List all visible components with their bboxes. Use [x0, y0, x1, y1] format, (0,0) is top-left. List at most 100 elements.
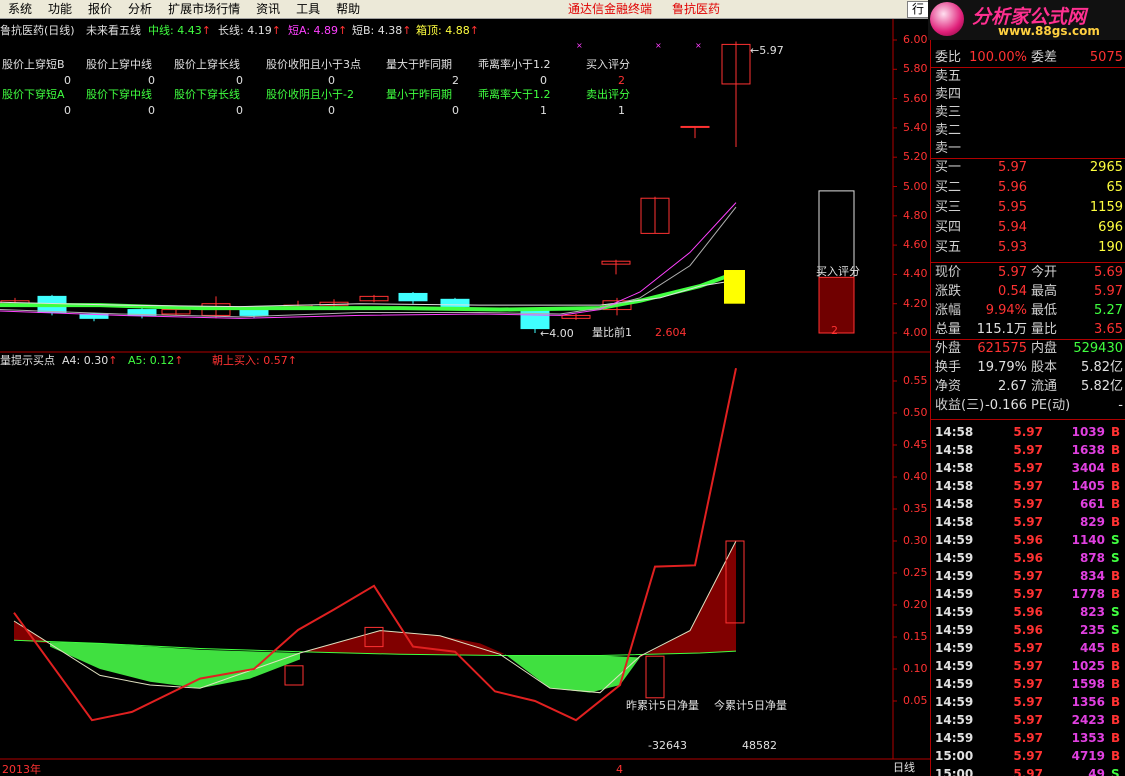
buy-level-row: 买一 5.97 2965: [931, 159, 1125, 177]
price-axis-label: 5.20: [903, 150, 928, 164]
sell-level-label: 卖一: [935, 141, 962, 156]
tick-volume: 4719: [1071, 749, 1105, 763]
high-price-label: ←5.97: [750, 44, 784, 57]
green-area-2: [505, 654, 640, 693]
signal-value-buy-0: 0: [64, 74, 71, 87]
ratio-value: 100.00%: [969, 50, 1027, 65]
lower-axis-label: 0.45: [903, 438, 928, 451]
sell-level-label: 卖三: [935, 105, 962, 120]
tick-price: 5.97: [1013, 677, 1043, 691]
stat-row: 净资 2.67 流通 5.82亿: [931, 378, 1125, 396]
stat-label-2: 今开: [1031, 265, 1058, 280]
stat-value-2: 3.65: [1094, 322, 1123, 337]
tick-time: 14:59: [935, 533, 974, 547]
tick-volume: 823: [1079, 605, 1105, 619]
menu-item-6[interactable]: 工具: [288, 0, 328, 19]
sell-level-row: 卖四: [931, 86, 1125, 104]
tick-row: 14:59 5.97 2423 B: [931, 711, 1125, 729]
menu-item-0[interactable]: 系统: [0, 0, 40, 19]
buy-level-volume: 696: [1098, 220, 1123, 235]
signal-label-sell-6: 卖出评分: [586, 88, 630, 101]
signal-value-buy-4: 2: [452, 74, 459, 87]
tick-price: 5.97: [1013, 731, 1043, 745]
signal-value-sell-2: 0: [236, 104, 243, 117]
tick-volume: 829: [1079, 515, 1105, 529]
kline-chart-area[interactable]: 鲁抗医药(日线) 未来看五线 中线: 4.43↑ 长线: 4.19↑ 短A: 4.89↑…: [0, 19, 930, 776]
menu-item-4[interactable]: 扩展市场行情: [160, 0, 248, 19]
menu-item-5[interactable]: 资讯: [248, 0, 288, 19]
buy-score-label: 买入评分: [816, 265, 860, 278]
lower-axis-label: 0.50: [903, 406, 928, 419]
menu-item-1[interactable]: 功能: [40, 0, 80, 19]
indicator-value-4: 箱顶: 4.88↑: [416, 24, 479, 37]
tick-volume: 878: [1079, 551, 1105, 565]
lower-axis-label: 0.30: [903, 534, 928, 547]
menu-item-3[interactable]: 分析: [120, 0, 160, 19]
tick-price: 5.97: [1013, 659, 1043, 673]
up-arrow-icon: ↑: [271, 24, 281, 37]
tick-row: 14:58 5.97 829 B: [931, 513, 1125, 531]
tick-row: 14:58 5.97 661 B: [931, 495, 1125, 513]
buy-level-price: 5.93: [998, 240, 1027, 255]
tick-price: 5.97: [1013, 749, 1043, 763]
stat-label-2: 内盘: [1031, 341, 1058, 356]
buy-level-row: 买五 5.93 190: [931, 239, 1125, 257]
up-arrow-icon: ↑: [338, 24, 348, 37]
menu-item-7[interactable]: 帮助: [328, 0, 368, 19]
logo-url: www.88gs.com: [998, 24, 1100, 38]
tick-time: 14:58: [935, 461, 974, 475]
tick-time: 14:59: [935, 587, 974, 601]
tick-time: 14:59: [935, 551, 974, 565]
tick-time: 14:59: [935, 605, 974, 619]
tick-price: 5.97: [1013, 479, 1043, 493]
sell-level-row: 卖二: [931, 122, 1125, 140]
tick-row: 14:59 5.97 1025 B: [931, 657, 1125, 675]
tick-row: 14:58 5.97 3404 B: [931, 459, 1125, 477]
tick-side: S: [1111, 623, 1120, 637]
up-arrow-icon: ↑: [201, 24, 211, 37]
stat-row: 换手 19.79% 股本 5.82亿: [931, 359, 1125, 377]
separator: [931, 262, 1125, 263]
buy-level-price: 5.95: [998, 200, 1027, 215]
lower-axis-label: 0.15: [903, 630, 928, 643]
lower-axis-label: 0.20: [903, 598, 928, 611]
center-link-0[interactable]: 通达信金融终端: [568, 2, 652, 16]
volume-ratio-label: 量比前1: [592, 326, 632, 339]
tick-volume: 1140: [1071, 533, 1105, 547]
up-arrow-icon: ↑: [402, 24, 412, 37]
tick-volume: 1405: [1071, 479, 1105, 493]
tick-side: B: [1111, 587, 1121, 601]
tick-price: 5.97: [1013, 569, 1043, 583]
stat-label-2: 量比: [1031, 322, 1058, 337]
lower-axis-label: 0.10: [903, 662, 928, 675]
stat-label-2: 股本: [1031, 360, 1058, 375]
stat-value-2: 5.82亿: [1081, 379, 1123, 394]
lower-indicator-name: 量提示买点: [0, 354, 55, 367]
center-link-1[interactable]: 鲁抗医药: [672, 2, 720, 16]
menu-item-2[interactable]: 报价: [80, 0, 120, 19]
signal-box: [645, 655, 665, 699]
tick-row: 14:58 5.97 1039 B: [931, 423, 1125, 441]
buy-level-volume: 65: [1106, 180, 1123, 195]
up-arrow-icon: ↑: [469, 24, 479, 37]
price-axis-label: 4.20: [903, 296, 928, 310]
hq-tab[interactable]: 行: [907, 1, 929, 18]
diff-value: 5075: [1089, 50, 1123, 65]
tick-row: 14:59 5.97 445 B: [931, 639, 1125, 657]
logo-ball-icon: [930, 2, 964, 36]
tick-price: 5.97: [1013, 515, 1043, 529]
tick-volume: 49: [1088, 767, 1105, 776]
buy-level-price: 5.97: [998, 160, 1027, 175]
stat-value: 2.67: [998, 379, 1027, 394]
tick-time: 14:59: [935, 569, 974, 583]
lower-axis-label: 0.40: [903, 470, 928, 483]
indicator-value-0: 中线: 4.43↑: [148, 24, 211, 37]
marker-x-icon: ×: [695, 41, 702, 50]
tick-price: 5.96: [1013, 551, 1043, 565]
price-axis-label: 5.80: [903, 62, 928, 76]
stat-label-2: 最高: [1031, 284, 1058, 299]
price-axis-label: 4.60: [903, 238, 928, 252]
tick-time: 14:59: [935, 695, 974, 709]
lower-axis-label: 0.25: [903, 566, 928, 579]
buy-level-price: 5.96: [998, 180, 1027, 195]
